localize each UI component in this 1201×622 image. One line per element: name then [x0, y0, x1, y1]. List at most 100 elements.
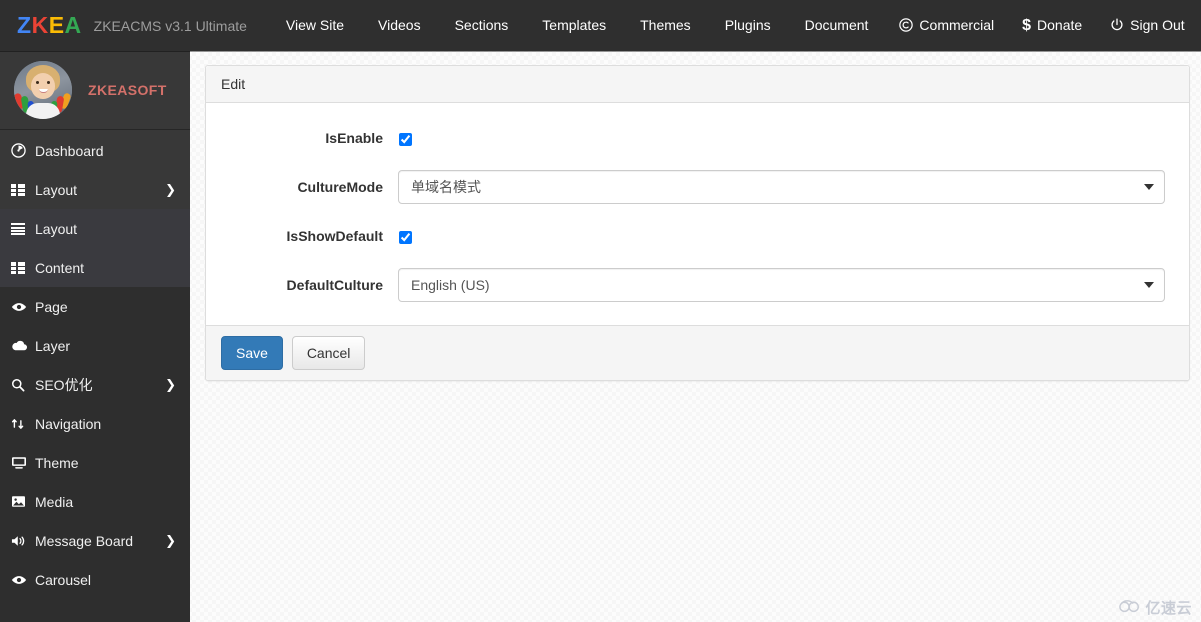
dollar-icon: $	[1022, 16, 1032, 34]
image-icon	[11, 495, 31, 508]
sidebar-item-layer-label: Layer	[35, 337, 71, 354]
sidebar-item-theme[interactable]: Theme	[0, 443, 190, 482]
form-group-isshowdefault: IsShowDefault	[221, 219, 1174, 253]
edit-panel: Edit IsEnable CultureMode 单域名模式 IsShowDe…	[205, 65, 1190, 381]
sidebar-item-content-label: Content	[35, 259, 85, 276]
sidebar-item-message-board[interactable]: Message Board ❯	[0, 521, 190, 560]
nav-link-sign-out-label: Sign Out	[1130, 17, 1185, 33]
nav-link-document[interactable]: Document	[788, 0, 886, 51]
sidebar-item-media-label: Media	[35, 493, 74, 510]
cloud-logo-icon	[1119, 599, 1141, 617]
panel-footer: Save Cancel	[206, 325, 1189, 380]
navbar-right-links: Commercial $ Donate Sign Out	[885, 0, 1201, 51]
nav-link-view-site[interactable]: View Site	[269, 0, 361, 51]
nav-link-commercial-label: Commercial	[919, 17, 995, 33]
search-icon	[11, 378, 31, 392]
nav-link-themes[interactable]: Themes	[623, 0, 708, 51]
cancel-button[interactable]: Cancel	[291, 336, 366, 370]
eye-icon	[11, 574, 31, 586]
label-defaultculture: DefaultCulture	[286, 277, 383, 293]
save-button[interactable]: Save	[221, 336, 283, 370]
brand-letter-a: A	[64, 12, 82, 38]
eye-icon	[11, 301, 31, 313]
control-defaultculture	[398, 268, 1174, 302]
chevron-right-icon: ❯	[165, 532, 176, 548]
sidebar-item-message-board-label: Message Board	[35, 532, 134, 549]
sidebar-item-seo-label: SEO优化	[35, 376, 93, 393]
culturemode-select[interactable]	[398, 170, 1165, 204]
watermark-text: 亿速云	[1145, 600, 1192, 617]
nav-link-sign-out[interactable]: Sign Out	[1096, 0, 1198, 51]
sidebar-item-navigation[interactable]: Navigation	[0, 404, 190, 443]
control-culturemode	[398, 170, 1174, 204]
bars-icon	[11, 222, 31, 235]
isenable-checkbox[interactable]	[399, 132, 412, 146]
chevron-right-icon: ❯	[165, 181, 176, 197]
brand-letter-k: K	[31, 12, 49, 38]
form-group-defaultculture: DefaultCulture	[221, 268, 1174, 302]
label-isenable: IsEnable	[325, 130, 383, 146]
sidebar-item-carousel-label: Carousel	[35, 571, 92, 588]
sidebar-item-content[interactable]: Content	[0, 248, 190, 287]
top-navbar: ZKEA ZKEACMS v3.1 Ultimate View Site Vid…	[0, 0, 1201, 51]
sidebar-group-layout: Layout Content	[0, 209, 190, 287]
sidebar-item-layout-parent[interactable]: Layout ❯	[0, 170, 190, 209]
watermark: 亿速云	[1119, 597, 1192, 618]
nav-link-sections[interactable]: Sections	[438, 0, 526, 51]
sidebar-item-layer[interactable]: Layer	[0, 326, 190, 365]
navbar-links: View Site Videos Sections Templates Them…	[269, 0, 886, 51]
brand-letter-e: E	[48, 12, 65, 38]
sidebar-group-modules: Page Layer SEO优化 ❯ Navigation Theme Medi…	[0, 287, 190, 599]
nav-link-videos[interactable]: Videos	[361, 0, 438, 51]
form-group-culturemode: CultureMode	[221, 170, 1174, 204]
sidebar-item-layout-parent-label: Layout	[35, 181, 78, 198]
culturemode-select-wrap	[398, 170, 1165, 204]
cms-version-text: ZKEACMS v3.1 Ultimate	[93, 17, 247, 34]
dashboard-icon	[11, 143, 31, 158]
sidebar-item-carousel[interactable]: Carousel	[0, 560, 190, 599]
brand-letter-z: Z	[17, 12, 32, 38]
cloud-icon	[11, 340, 31, 352]
sidebar: ZKEASOFT Dashboard Layout ❯ Layout Conte…	[0, 51, 190, 622]
desktop-icon	[11, 456, 31, 470]
sidebar-group-primary: Dashboard Layout ❯	[0, 130, 190, 209]
nav-link-plugins[interactable]: Plugins	[708, 0, 788, 51]
sidebar-user-panel[interactable]: ZKEASOFT	[0, 51, 190, 130]
sidebar-item-theme-label: Theme	[35, 454, 79, 471]
avatar	[14, 61, 72, 119]
nav-link-commercial[interactable]: Commercial	[885, 0, 1008, 51]
nav-link-donate-label: Donate	[1037, 17, 1083, 33]
label-culturemode: CultureMode	[297, 179, 383, 195]
nav-link-templates[interactable]: Templates	[525, 0, 623, 51]
brand-logo[interactable]: ZKEA	[0, 0, 82, 51]
sidebar-item-layout-label: Layout	[35, 220, 78, 237]
volume-up-icon	[11, 534, 31, 548]
sidebar-item-layout[interactable]: Layout	[0, 209, 190, 248]
sidebar-item-page[interactable]: Page	[0, 287, 190, 326]
exchange-icon	[11, 417, 31, 431]
defaultculture-select[interactable]	[398, 268, 1165, 302]
sidebar-item-seo[interactable]: SEO优化 ❯	[0, 365, 190, 404]
panel-heading: Edit	[206, 66, 1189, 103]
label-isshowdefault: IsShowDefault	[286, 228, 383, 244]
isshowdefault-checkbox[interactable]	[399, 230, 412, 244]
sidebar-item-media[interactable]: Media	[0, 482, 190, 521]
sidebar-item-page-label: Page	[35, 298, 68, 315]
panel-body: IsEnable CultureMode IsShowDe	[206, 103, 1189, 325]
content-area: Edit IsEnable CultureMode 单域名模式 IsShowDe…	[190, 51, 1201, 622]
sidebar-item-dashboard[interactable]: Dashboard	[0, 131, 190, 170]
th-list-icon	[11, 261, 31, 274]
sidebar-item-navigation-label: Navigation	[35, 415, 102, 432]
defaultculture-select-wrap	[398, 268, 1165, 302]
sidebar-item-dashboard-label: Dashboard	[35, 142, 104, 159]
control-isenable	[398, 130, 1174, 146]
page-root: ZKEA ZKEACMS v3.1 Ultimate View Site Vid…	[0, 0, 1201, 622]
power-off-icon	[1110, 17, 1124, 34]
th-list-icon	[11, 183, 31, 196]
nav-link-donate[interactable]: $ Donate	[1008, 0, 1096, 51]
chevron-right-icon: ❯	[165, 376, 176, 392]
sidebar-user-name: ZKEASOFT	[88, 82, 167, 98]
control-isshowdefault	[398, 228, 1174, 244]
form-group-isenable: IsEnable	[221, 121, 1174, 155]
copyright-icon	[899, 17, 914, 34]
